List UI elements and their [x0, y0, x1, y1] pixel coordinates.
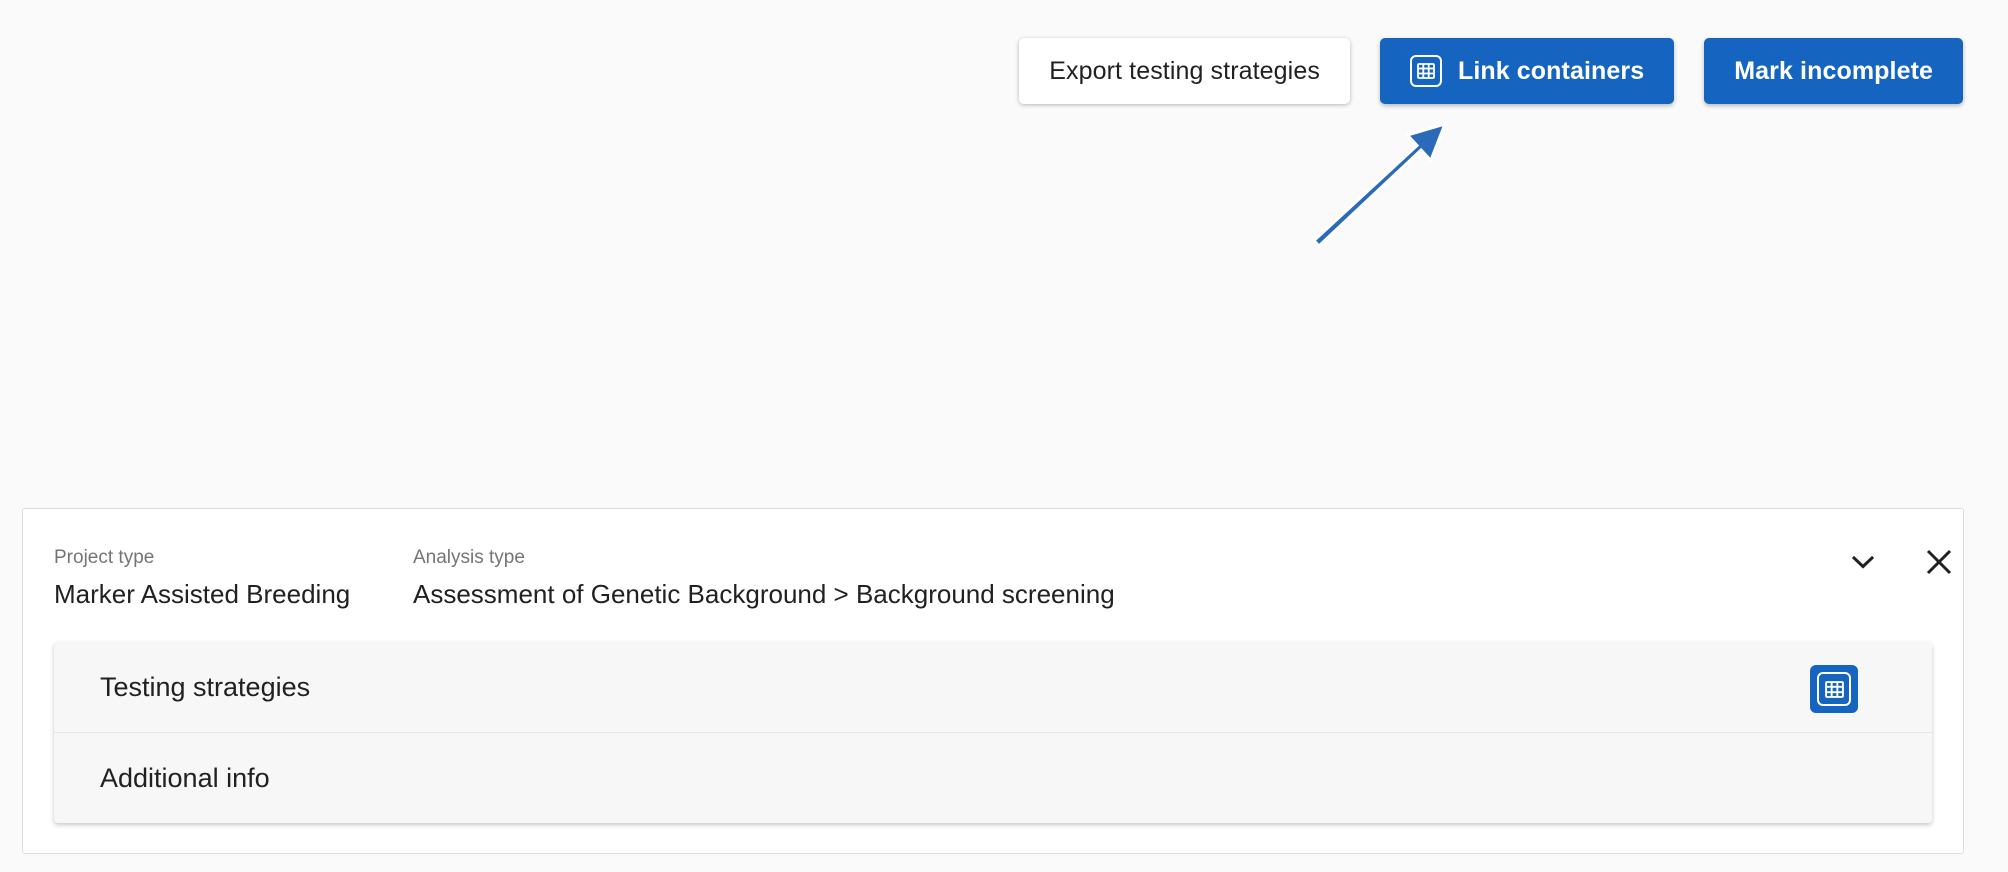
project-details-card: Project type Marker Assisted Breeding An… [22, 508, 1964, 854]
arrow-annotation [1311, 121, 1448, 249]
close-icon [1926, 549, 1952, 575]
export-testing-strategies-button[interactable]: Export testing strategies [1019, 38, 1350, 104]
collapse-button[interactable] [1840, 539, 1886, 585]
close-button[interactable] [1916, 539, 1962, 585]
project-type-field: Project type Marker Assisted Breeding [54, 547, 350, 610]
analysis-type-label: Analysis type [413, 547, 525, 568]
export-testing-strategies-label: Export testing strategies [1049, 56, 1320, 85]
testing-strategies-panel[interactable]: Testing strategies [54, 642, 1932, 732]
project-type-label: Project type [54, 547, 155, 568]
additional-info-label: Additional info [100, 762, 270, 793]
chevron-down-icon [1851, 555, 1875, 569]
additional-info-panel[interactable]: Additional info [54, 732, 1932, 823]
link-containers-button[interactable]: Link containers [1379, 38, 1675, 104]
details-panels: Testing strategies Additional info [54, 642, 1932, 823]
mark-incomplete-label: Mark incomplete [1734, 56, 1933, 85]
mark-incomplete-button[interactable]: Mark incomplete [1704, 38, 1963, 104]
table-icon [1409, 55, 1442, 87]
toolbar: Export testing strategies Link container… [1019, 38, 1963, 104]
project-type-value: Marker Assisted Breeding [54, 579, 351, 609]
link-containers-label: Link containers [1457, 56, 1645, 85]
analysis-type-field: Analysis type Assessment of Genetic Back… [413, 547, 1115, 610]
table-icon [1817, 672, 1851, 706]
testing-strategies-link-button[interactable] [1810, 665, 1858, 713]
analysis-type-value: Assessment of Genetic Background > Backg… [413, 579, 1115, 609]
testing-strategies-label: Testing strategies [100, 671, 311, 702]
